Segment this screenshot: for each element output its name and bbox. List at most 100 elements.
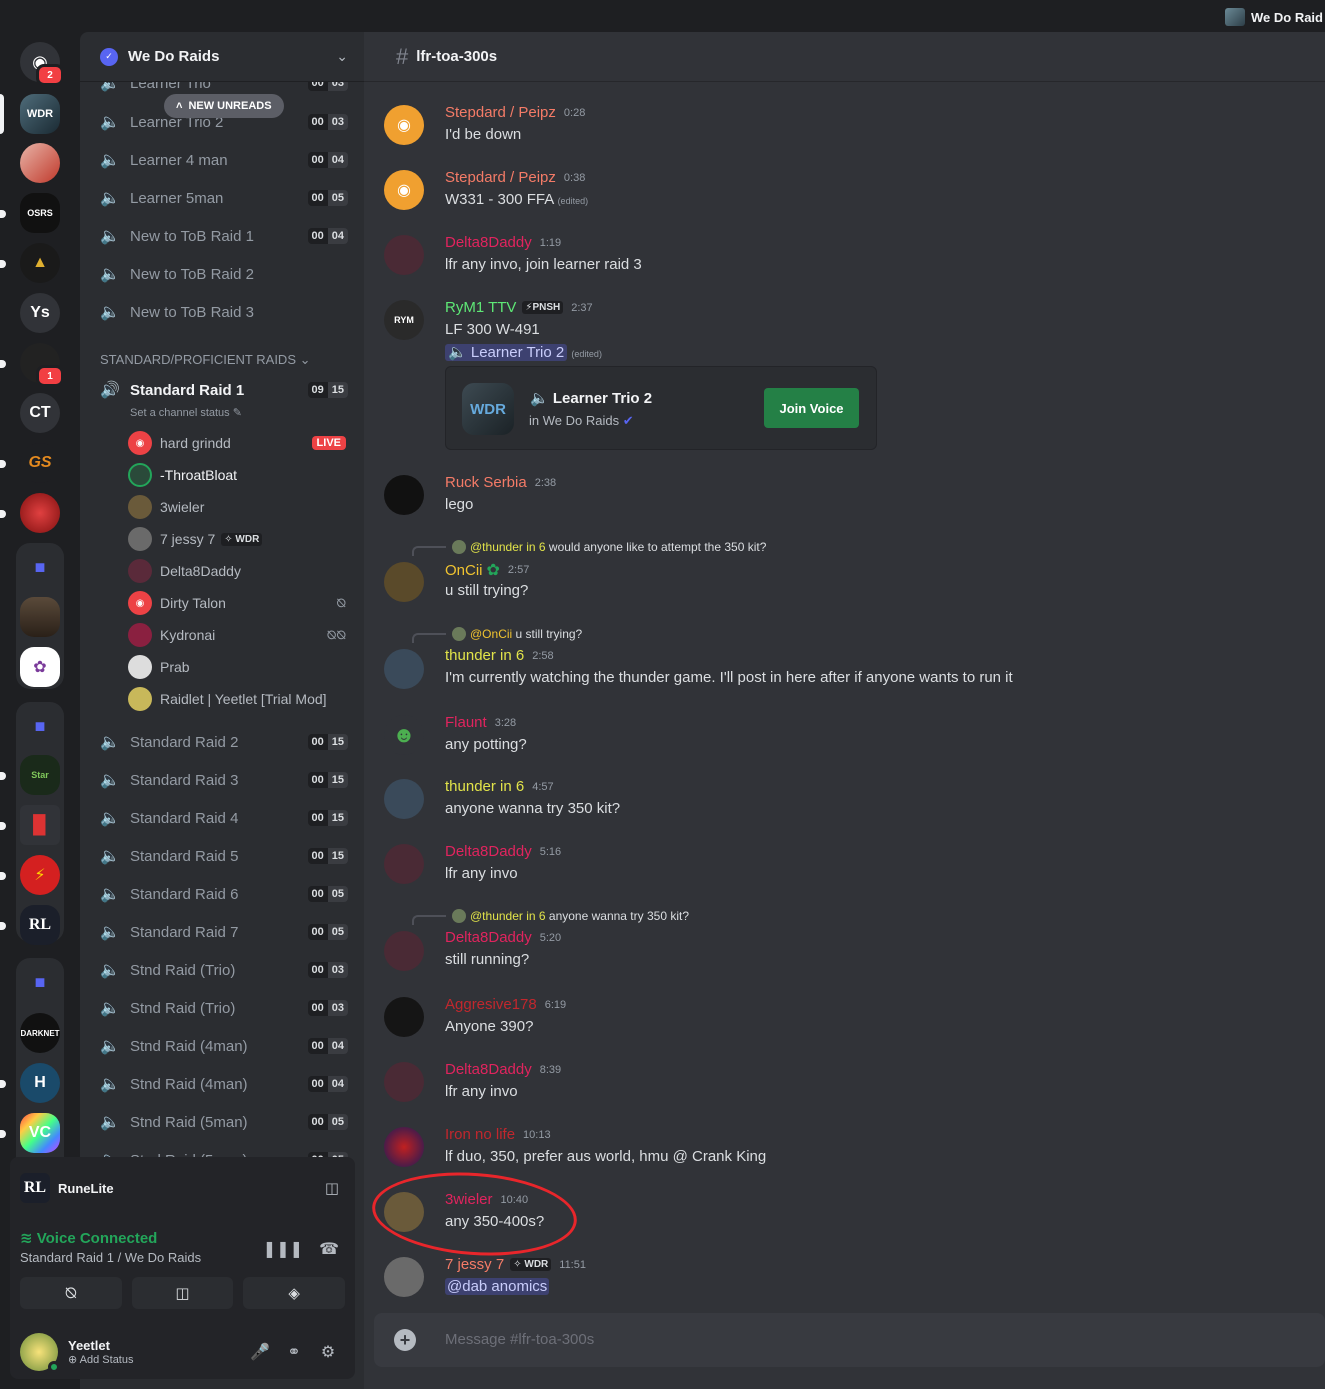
avatar[interactable] bbox=[384, 562, 424, 602]
voice-user[interactable]: -ThroatBloat bbox=[128, 462, 346, 488]
microphone-icon[interactable]: 🎤 bbox=[243, 1342, 277, 1362]
voice-user[interactable]: Delta8Daddy bbox=[128, 558, 346, 584]
username[interactable]: Stepdard / Peipz bbox=[445, 169, 556, 186]
server-osrs-splits[interactable]: OSRS bbox=[20, 193, 60, 233]
voice-channel[interactable]: 🔈 Standard Raid 3 00 15 bbox=[88, 763, 348, 797]
voice-channel-active[interactable]: 🔊 Standard Raid 1 09 15 bbox=[88, 373, 348, 407]
avatar[interactable] bbox=[384, 1127, 424, 1167]
avatar[interactable] bbox=[384, 997, 424, 1037]
voice-channel[interactable]: 🔈 Learner 4 man 00 04 bbox=[88, 143, 348, 177]
soundboard-icon[interactable]: ❚❚❚ bbox=[263, 1239, 303, 1259]
username[interactable]: thunder in 6 bbox=[445, 647, 524, 664]
voice-channel[interactable]: 🔈 Stnd Raid (Trio) 00 03 bbox=[88, 991, 348, 1025]
username[interactable]: Delta8Daddy bbox=[445, 929, 532, 946]
server-ys[interactable]: Ys bbox=[20, 293, 60, 333]
voice-channel[interactable]: 🔈 Standard Raid 4 00 15 bbox=[88, 801, 348, 835]
voice-connection-info[interactable]: ≋ Voice Connected Standard Raid 1 / We D… bbox=[20, 1229, 201, 1265]
gear-icon[interactable]: ⚙ bbox=[311, 1342, 345, 1362]
server-flower-icon[interactable]: ✿ bbox=[20, 647, 60, 687]
server-tavern-icon[interactable] bbox=[20, 597, 60, 637]
message-input[interactable]: + Message #lfr-toa-300s bbox=[374, 1313, 1325, 1367]
voice-channel[interactable]: 🔈 New to ToB Raid 1 00 04 bbox=[88, 219, 348, 253]
new-unreads-pill[interactable]: ˄ NEW UNREADS bbox=[164, 94, 284, 118]
voice-user[interactable]: ◉ hard grindd LIVE bbox=[128, 430, 346, 456]
plus-icon[interactable]: + bbox=[394, 1329, 416, 1351]
avatar[interactable] bbox=[384, 649, 424, 689]
avatar[interactable] bbox=[384, 1257, 424, 1297]
server-rainbow-icon[interactable]: VC bbox=[20, 1113, 60, 1153]
camera-toggle-button[interactable]: ⦰ bbox=[20, 1277, 122, 1309]
avatar[interactable]: ☻ bbox=[384, 715, 424, 755]
server-creature-icon[interactable]: ⚡ bbox=[20, 855, 60, 895]
screen-share-button[interactable]: ◫ bbox=[131, 1277, 234, 1309]
voice-user[interactable]: Kydronai ⦰⦰ bbox=[128, 622, 346, 648]
voice-channel[interactable]: 🔈 New to ToB Raid 3 bbox=[88, 295, 348, 329]
avatar[interactable] bbox=[20, 1333, 60, 1373]
username[interactable]: Delta8Daddy bbox=[445, 234, 532, 251]
voice-channel[interactable]: 🔈 Stnd Raid (4man) 00 04 bbox=[88, 1029, 348, 1063]
category-header[interactable]: STANDARD/PROFICIENT RAIDS ⌄ bbox=[100, 352, 311, 368]
avatar[interactable] bbox=[384, 931, 424, 971]
reply-reference[interactable]: @thunder in 6 anyone wanna try 350 kit? bbox=[412, 907, 689, 925]
username[interactable]: 7 jessy 7 bbox=[445, 1256, 504, 1273]
username[interactable]: Aggresive178 bbox=[445, 996, 537, 1013]
username[interactable]: RyM1 TTV bbox=[445, 299, 516, 316]
avatar[interactable]: ◉ bbox=[384, 105, 424, 145]
username[interactable]: OnCii bbox=[445, 562, 483, 579]
server-anime-icon[interactable] bbox=[20, 143, 60, 183]
server-we-do-raids[interactable]: WDR bbox=[20, 94, 60, 134]
username[interactable]: Ruck Serbia bbox=[445, 474, 527, 491]
channel-status[interactable]: Set a channel status ✎ bbox=[130, 406, 242, 419]
username[interactable]: Delta8Daddy bbox=[445, 1061, 532, 1078]
pencil-icon: ✎ bbox=[232, 407, 242, 419]
join-voice-button[interactable]: Join Voice bbox=[764, 388, 859, 428]
voice-user[interactable]: 7 jessy 7 ✧ WDR bbox=[128, 526, 346, 552]
activities-button[interactable]: ◈ bbox=[243, 1277, 346, 1309]
avatar[interactable] bbox=[384, 475, 424, 515]
avatar[interactable]: ◉ bbox=[384, 170, 424, 210]
voice-user[interactable]: Raidlet | Yeetlet [Trial Mod] bbox=[128, 686, 346, 712]
server-runelite-icon[interactable]: RL bbox=[20, 905, 60, 945]
avatar[interactable] bbox=[384, 235, 424, 275]
username[interactable]: Delta8Daddy bbox=[445, 843, 532, 860]
server-hytale-icon[interactable]: H bbox=[20, 1063, 60, 1103]
disconnect-icon[interactable]: ☎ bbox=[319, 1239, 339, 1259]
avatar[interactable] bbox=[384, 1062, 424, 1102]
voice-channel[interactable]: 🔈 Standard Raid 5 00 15 bbox=[88, 839, 348, 873]
username[interactable]: Iron no life bbox=[445, 1126, 515, 1143]
direct-messages-button[interactable]: ◉ 2 bbox=[20, 42, 64, 86]
voice-channel[interactable]: 🔈 Standard Raid 2 00 15 bbox=[88, 725, 348, 759]
voice-channel[interactable]: 🔈 Standard Raid 6 00 05 bbox=[88, 877, 348, 911]
reply-reference[interactable]: @OnCii u still trying? bbox=[412, 625, 582, 643]
voice-channel[interactable]: 🔈 Stnd Raid (Trio) 00 03 bbox=[88, 953, 348, 987]
screen-share-icon[interactable]: ◫ bbox=[325, 1179, 339, 1197]
voice-channel[interactable]: 🔈 Stnd Raid (4man) 00 04 bbox=[88, 1067, 348, 1101]
channel-link[interactable]: 🔈 Learner Trio 2 bbox=[445, 344, 568, 361]
voice-user[interactable]: Prab bbox=[128, 654, 346, 680]
server-red-orb-icon[interactable] bbox=[20, 493, 60, 533]
avatar[interactable] bbox=[384, 844, 424, 884]
voice-channel[interactable]: 🔈 Learner 5man 00 05 bbox=[88, 181, 348, 215]
user-mention[interactable]: @dab anomics bbox=[445, 1278, 550, 1295]
voice-channel[interactable]: 🔈 New to ToB Raid 2 bbox=[88, 257, 348, 291]
channel-list: 🔈 Learner Trio 00 03 🔈 Learner Trio 2 00 03 🔈 L… bbox=[80, 82, 364, 1162]
headphones-icon[interactable]: ⚭ bbox=[277, 1342, 311, 1362]
server-gs-logo[interactable]: GS bbox=[20, 443, 60, 483]
avatar[interactable] bbox=[384, 779, 424, 819]
server-header[interactable]: ✓ We Do Raids ⌄ bbox=[80, 32, 364, 82]
reply-reference[interactable]: @thunder in 6 would anyone like to attem… bbox=[412, 538, 766, 556]
username[interactable]: Flaunt bbox=[445, 714, 487, 731]
server-star-miners[interactable]: Star bbox=[20, 755, 60, 795]
server-ct[interactable]: CT bbox=[20, 393, 60, 433]
voice-channel[interactable]: 🔈Stnd Raid (5man)0005 bbox=[88, 1105, 348, 1139]
server-darknet-diaries[interactable]: DARKNET bbox=[20, 1013, 60, 1053]
username[interactable]: thunder in 6 bbox=[445, 778, 524, 795]
voice-user[interactable]: 3wieler bbox=[128, 494, 346, 520]
username[interactable]: Stepdard / Peipz bbox=[445, 104, 556, 121]
server-mask-icon[interactable]: 1 bbox=[20, 343, 64, 387]
voice-user[interactable]: ◉ Dirty Talon ⦰ bbox=[128, 590, 346, 616]
avatar[interactable]: RYM bbox=[384, 300, 424, 340]
voice-channel[interactable]: 🔈 Standard Raid 7 00 05 bbox=[88, 915, 348, 949]
server-helmet-icon[interactable]: ▲ bbox=[20, 243, 60, 283]
server-chart-icon[interactable]: ▉ bbox=[20, 805, 60, 845]
